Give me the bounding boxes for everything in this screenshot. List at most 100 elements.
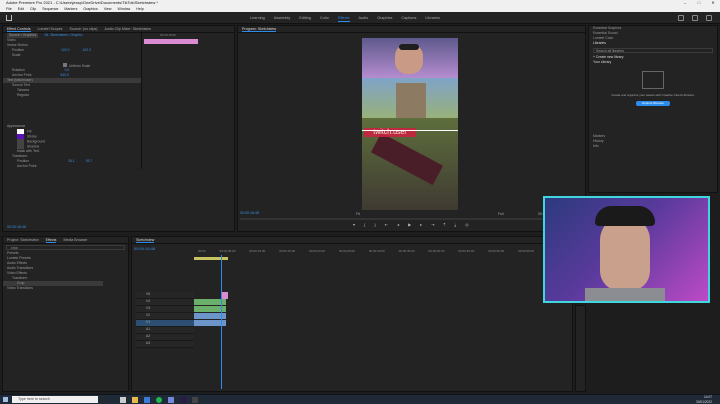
track-a3[interactable]: A3 — [136, 341, 194, 348]
playhead-scrub-bar[interactable] — [240, 218, 585, 220]
tab-audio-mixer[interactable]: Audio Clip Mixer: Sketchstew — [104, 26, 151, 32]
anchor-row[interactable]: Anchor Point — [3, 164, 141, 169]
panel-item-info[interactable]: Info — [589, 144, 717, 149]
timeline-timecode-text[interactable]: 00:00:16:48 — [134, 246, 155, 251]
timeline-ruler[interactable]: 00:00 00:00:05:00 00:00:10:00 00:00:15:0… — [198, 249, 564, 253]
tab-learning[interactable]: Learning — [250, 15, 265, 22]
prop-anchor-value[interactable]: 540.0 — [60, 73, 69, 77]
graphic-clip[interactable] — [222, 292, 228, 299]
position-label: Position — [17, 159, 30, 163]
windows-start-icon[interactable] — [3, 397, 8, 402]
tab-effects-panel[interactable]: Effects — [45, 237, 57, 243]
tree-video-transitions[interactable]: Video Transitions — [3, 286, 128, 291]
tab-media-browser[interactable]: Media Browser — [63, 237, 87, 243]
sequence-label[interactable]: Sk. Sketchstew • Graphic — [44, 33, 82, 38]
track-v4[interactable]: V4 — [136, 299, 194, 306]
effects-search-input[interactable]: crop — [6, 245, 125, 250]
track-v3[interactable]: V3 — [136, 306, 194, 313]
program-timecode[interactable]: 00:00:16:48 — [240, 211, 259, 215]
fullscreen-icon[interactable] — [706, 15, 712, 21]
tab-color[interactable]: Color — [320, 15, 329, 22]
library-search-input[interactable]: Search all libraries — [593, 48, 713, 53]
program-monitor: Program: Sketchstew twitch.user 00:00:16… — [237, 25, 586, 232]
program-monitor-header: Program: Sketchstew — [238, 26, 585, 33]
play-icon[interactable]: ▶ — [408, 222, 411, 227]
effect-controls-timecode[interactable]: 00:00:16:48 — [7, 225, 26, 229]
program-video-frame[interactable]: twitch.user — [362, 38, 458, 210]
discord-icon[interactable] — [168, 397, 174, 403]
audio-meters — [575, 305, 586, 392]
tab-libraries[interactable]: Libraries — [425, 15, 440, 22]
playhead[interactable] — [221, 255, 222, 389]
ruler-tick: 00:00:35:00 — [398, 249, 415, 253]
checkbox-icon[interactable] — [63, 63, 67, 67]
timeline-timecode[interactable]: 00:00:16:48 — [134, 246, 155, 251]
track-v1[interactable]: V1 — [136, 320, 194, 327]
ruler-tick: 00:00:20:00 — [309, 249, 325, 253]
quick-export-icon[interactable] — [692, 15, 698, 21]
headphones-large — [595, 206, 655, 226]
track-v5[interactable]: V5 — [136, 292, 194, 299]
effect-controls-timecode-text[interactable]: 00:00:16:48 — [7, 225, 26, 229]
explore-libraries-button[interactable]: Explore libraries — [636, 101, 670, 106]
game-building — [396, 83, 426, 119]
ruler-tick: 00:00:55:00 — [518, 249, 534, 253]
ruler-tick: 00:00:05:00 — [219, 249, 236, 253]
tab-captions[interactable]: Captions — [401, 15, 416, 22]
stroke-label: Stroke — [27, 134, 37, 139]
spotify-icon[interactable] — [156, 397, 162, 403]
prop-position-value-y[interactable]: 100.0 — [82, 48, 91, 52]
resolution-select[interactable]: Full — [498, 212, 503, 216]
taskbar-clock[interactable]: 14:07 30/01/2022 — [696, 395, 712, 404]
graphic-clip-bar[interactable] — [144, 39, 198, 44]
taskbar-search-input[interactable]: Type here to search — [12, 396, 98, 403]
prop-rotation-value[interactable]: 0.0 — [65, 68, 70, 72]
step-back-icon[interactable]: ◂ — [397, 222, 399, 227]
step-forward-icon[interactable]: ▸ — [420, 222, 422, 227]
premiere-icon[interactable] — [180, 397, 186, 403]
home-icon[interactable] — [6, 15, 12, 21]
tab-source[interactable]: Source: (no clips) — [69, 26, 97, 32]
prop-position-value[interactable]: 100.0 — [61, 48, 70, 52]
panel-item-libraries[interactable]: Libraries — [589, 41, 717, 46]
add-marker-icon[interactable]: ▾ — [353, 222, 355, 227]
windows-taskbar: Type here to search 14:07 30/01/2022 — [0, 394, 720, 404]
mark-out-icon[interactable]: } — [374, 222, 375, 227]
extract-icon[interactable]: ⤓ — [454, 222, 456, 227]
tab-lumetri-scopes[interactable]: Lumetri Scopes — [38, 26, 63, 32]
track-a2[interactable]: A2 — [136, 334, 194, 341]
lift-icon[interactable]: ⤒ — [444, 222, 446, 227]
effect-controls-timeline: 00:00:15:00 — [141, 33, 234, 169]
project-tabs: Project: Sketchstew Effects Media Browse… — [3, 237, 128, 244]
timeline-tab[interactable]: Sketchstew — [136, 237, 155, 243]
track-v2[interactable]: V2 — [136, 313, 194, 320]
task-view-icon[interactable] — [120, 397, 126, 403]
tab-effect-controls[interactable]: Effect Controls — [7, 26, 31, 32]
chrome-icon[interactable] — [144, 397, 150, 403]
program-timecode-text[interactable]: 00:00:16:48 — [240, 211, 259, 215]
mark-in-icon[interactable]: { — [364, 222, 365, 227]
effect-controls-tabs: Effect Controls Lumetri Scopes Source: (… — [3, 26, 234, 33]
work-area-bar[interactable] — [194, 257, 228, 260]
file-explorer-icon[interactable] — [132, 397, 138, 403]
obs-icon[interactable] — [192, 397, 198, 403]
your-library-label: Your Library — [593, 60, 612, 64]
tab-editing[interactable]: Editing — [299, 15, 311, 22]
share-icon[interactable] — [678, 15, 684, 21]
project-panel: Project: Sketchstew Effects Media Browse… — [2, 236, 129, 392]
tab-assembly[interactable]: Assembly — [274, 15, 290, 22]
position-x-value[interactable]: 26.1 — [68, 159, 75, 163]
position-y-value[interactable]: 93.7 — [86, 159, 93, 163]
go-to-out-icon[interactable]: ⇥ — [431, 222, 434, 227]
export-frame-icon[interactable]: ◎ — [465, 222, 469, 227]
fit-select[interactable]: Fit — [356, 212, 360, 216]
track-a1[interactable]: A1 — [136, 327, 194, 334]
tab-graphics[interactable]: Graphics — [377, 15, 392, 22]
mini-ruler: 00:00:15:00 — [160, 33, 176, 37]
fill-label: Fill — [27, 129, 32, 134]
program-label[interactable]: Program: Sketchstew — [242, 26, 277, 32]
tab-project[interactable]: Project: Sketchstew — [7, 237, 39, 243]
tab-effects[interactable]: Effects — [337, 15, 350, 22]
go-to-in-icon[interactable]: ⇤ — [385, 222, 388, 227]
tab-audio[interactable]: Audio — [359, 15, 369, 22]
